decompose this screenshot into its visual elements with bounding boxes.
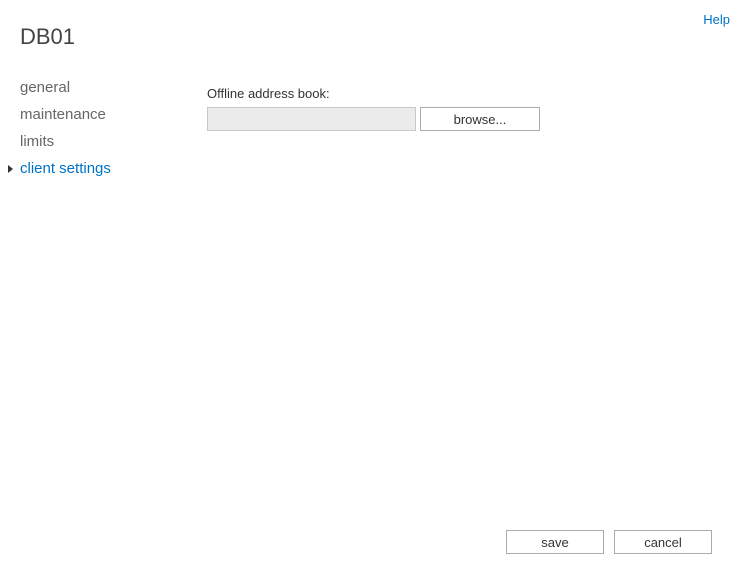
browse-button[interactable]: browse...	[420, 107, 540, 131]
offline-address-book-row: browse...	[207, 107, 724, 131]
sidebar-item-general[interactable]: general	[8, 74, 168, 101]
page-title: DB01	[20, 24, 75, 50]
sidebar: general maintenance limits client settin…	[8, 74, 168, 182]
sidebar-item-maintenance[interactable]: maintenance	[8, 101, 168, 128]
help-link[interactable]: Help	[703, 12, 730, 27]
cancel-button[interactable]: cancel	[614, 530, 712, 554]
content-panel: Offline address book: browse...	[207, 86, 724, 131]
sidebar-item-client-settings[interactable]: client settings	[8, 155, 168, 182]
footer: save cancel	[506, 530, 712, 554]
active-indicator-icon	[8, 165, 13, 173]
sidebar-item-label: maintenance	[20, 106, 106, 123]
sidebar-item-label: client settings	[20, 160, 111, 177]
offline-address-book-label: Offline address book:	[207, 86, 724, 101]
save-button[interactable]: save	[506, 530, 604, 554]
sidebar-item-label: general	[20, 79, 70, 96]
offline-address-book-input[interactable]	[207, 107, 416, 131]
sidebar-item-label: limits	[20, 133, 54, 150]
sidebar-item-limits[interactable]: limits	[8, 128, 168, 155]
